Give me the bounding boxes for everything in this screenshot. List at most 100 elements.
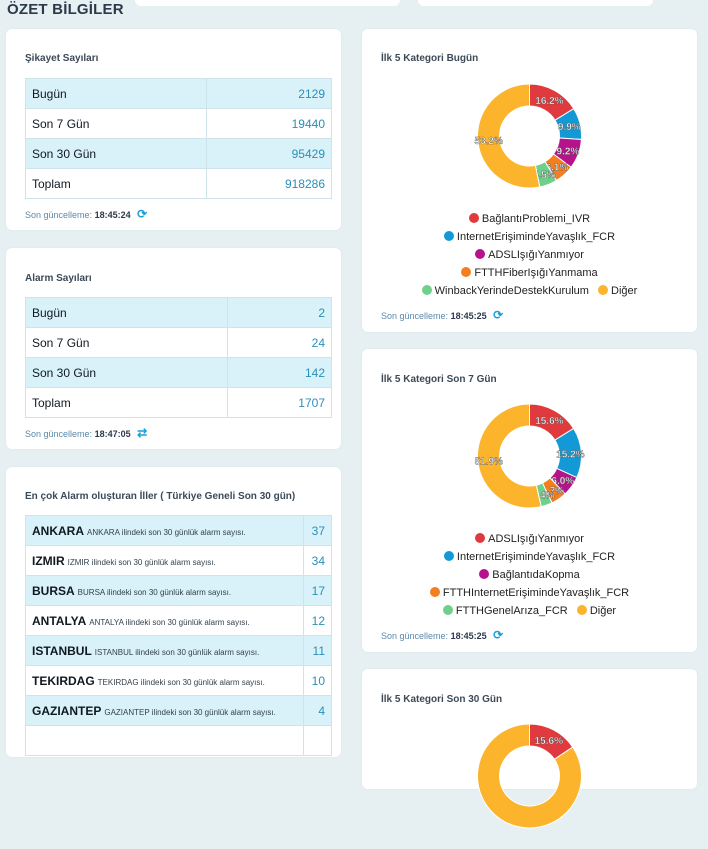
legend-label: Diğer (589, 605, 617, 617)
updated-time: 18:45:25 (450, 631, 487, 641)
legend-label: FTTHFiberIşığıYanmama (474, 267, 598, 279)
top-strip (135, 0, 400, 6)
legend-item[interactable]: InternetErişimindeYavaşlık_FCR (443, 551, 616, 563)
slice-label: 9.2% (557, 146, 580, 157)
table-row[interactable]: IZMIR IZMIR ilindeki son 30 günlük alarm … (25, 545, 333, 576)
provinces-table: ANKARA ANKARA ilindeki son 30 günlük alar… (25, 515, 333, 756)
last-updated: Son güncelleme: 18:45:25 ⟳ (381, 308, 503, 322)
table-row[interactable]: Son 7 Gün 24 (25, 327, 333, 358)
top-strip (418, 0, 653, 6)
legend-dot (442, 605, 453, 615)
province-desc: ISTANBUL ilindeki son 30 günlük alarm sa… (94, 647, 260, 657)
row-label: Toplam (25, 387, 228, 418)
table-row[interactable]: Bugün 2 (25, 297, 333, 328)
row-label: Bugün (25, 297, 228, 328)
province-desc: IZMIR ilindeki son 30 günlük alarm sayıs… (67, 557, 216, 567)
updated-prefix: Son güncelleme: (25, 429, 93, 439)
table-row[interactable]: Bugün 2129 (24, 78, 332, 109)
province-value: 4 (302, 695, 333, 726)
table-row[interactable]: GAZIANTEP GAZIANTEP ilindeki son 30 günlü… (25, 695, 333, 726)
category-30days-card: İlk 5 Kategori Son 30 Gün 15.6% (362, 669, 697, 829)
province-value: 11 (302, 635, 333, 666)
alarms-card: Alarm Sayıları Bugün 2 Son 7 Gün 24 Son 30… (6, 248, 341, 449)
legend-item[interactable]: Diğer (576, 605, 617, 617)
refresh-icon[interactable]: ⇄ (137, 426, 147, 440)
legend-item[interactable]: WinbackYerindeDestekKurulum (421, 285, 589, 297)
table-row[interactable]: Son 30 Gün 95429 (24, 138, 332, 169)
slice-label: 51.9% (475, 457, 503, 468)
table-row[interactable]: Toplam 1707 (25, 387, 333, 418)
chart-legend: BağlantıProblemi_IVR InternetErişimindeY… (362, 210, 697, 300)
legend-dot (421, 285, 432, 295)
province-name: ISTANBUL (32, 643, 92, 658)
chart-legend: ADSLIşığıYanmıyor InternetErişimindeYava… (362, 530, 697, 620)
card-title: İlk 5 Kategori Son 30 Gün (381, 694, 503, 705)
legend-label: BağlantıProblemi_IVR (481, 213, 591, 225)
row-value: 2 (226, 297, 333, 328)
province-desc: ANTALYA ilindeki son 30 günlük alarm say… (89, 617, 250, 627)
last-updated: Son güncelleme: 18:45:24 ⟳ (25, 207, 147, 221)
province-desc: BURSA ilindeki son 30 günlük alarm sayıs… (77, 587, 232, 597)
province-desc: TEKIRDAG ilindeki son 30 günlük alarm sa… (97, 677, 265, 687)
legend-item[interactable]: FTTHInternetErişimindeYavaşlık_FCR (429, 587, 630, 599)
legend-label: FTTHInternetErişimindeYavaşlık_FCR (442, 587, 630, 599)
table-row[interactable]: Son 7 Gün 19440 (24, 108, 332, 139)
legend-item[interactable]: ADSLIşığıYanmıyor (475, 249, 584, 261)
table-row[interactable]: BURSA BURSA ilindeki son 30 günlük alarm … (25, 575, 333, 606)
province-value: 34 (302, 545, 333, 576)
legend-dot (475, 249, 486, 259)
legend-item[interactable]: BağlantıProblemi_IVR (468, 213, 591, 225)
card-title: İlk 5 Kategori Son 7 Gün (381, 374, 497, 385)
legend-label: WinbackYerindeDestekKurulum (434, 285, 589, 297)
legend-item[interactable]: Diğer (598, 285, 637, 297)
row-value: 2129 (206, 78, 332, 109)
table-row[interactable]: ANKARA ANKARA ilindeki son 30 günlük alar… (25, 515, 333, 546)
province-name: BURSA (32, 583, 75, 598)
legend-item[interactable]: ADSLIşığıYanmıyor (475, 533, 584, 545)
donut-chart: 15.6%15.2%6.0%4.7%3.4%51.9% (474, 403, 585, 509)
legend-dot (443, 551, 454, 561)
card-title: Şikayet Sayıları (25, 53, 99, 64)
refresh-icon[interactable]: ⟳ (493, 628, 503, 642)
legend-item[interactable]: InternetErişimindeYavaşlık_FCR (443, 231, 616, 243)
row-label: Toplam (24, 168, 208, 199)
refresh-icon[interactable]: ⟳ (493, 308, 503, 322)
row-label: Son 7 Gün (25, 327, 228, 358)
category-7days-card: İlk 5 Kategori Son 7 Gün 15.6% 15.2% 6.0% 4… (362, 349, 697, 652)
donut-chart: 15.6% (477, 723, 582, 829)
card-title: En çok Alarm oluşturan İller ( Türkiye G… (25, 491, 296, 502)
refresh-icon[interactable]: ⟳ (137, 207, 147, 221)
legend-label: Diğer (611, 285, 638, 297)
legend-label: InternetErişimindeYavaşlık_FCR (456, 551, 616, 563)
complaints-table: Bugün 2129 Son 7 Gün 19440 Son 30 Gün 95429… (24, 78, 332, 199)
table-row[interactable]: TEKIRDAG TEKIRDAG ilindeki son 30 günlük … (25, 665, 333, 696)
table-row[interactable]: Toplam 918286 (24, 168, 332, 199)
table-row[interactable] (25, 725, 333, 756)
legend-label: ADSLIşığıYanmıyor (488, 533, 584, 545)
legend-item[interactable]: FTTHFiberIşığıYanmama (461, 267, 598, 279)
province-name: ANKARA (32, 523, 84, 538)
province-value: 17 (302, 575, 333, 606)
card-title: İlk 5 Kategori Bugün (381, 53, 479, 64)
province-name: ANTALYA (32, 613, 87, 628)
section-title: ÖZET BİLGİLER (7, 1, 124, 18)
row-label: Bugün (24, 78, 208, 109)
table-row[interactable]: ISTANBUL ISTANBUL ilindeki son 30 günlük … (25, 635, 333, 666)
slice-label: 16.2% (535, 96, 563, 107)
legend-item[interactable]: FTTHGenelArıza_FCR (442, 605, 568, 617)
provinces-card: En çok Alarm oluşturan İller ( Türkiye G… (6, 467, 341, 757)
updated-time: 18:47:05 (94, 429, 131, 439)
legend-item[interactable]: BağlantıdaKopma (479, 569, 580, 581)
province-value: 12 (302, 605, 333, 636)
province-value: 37 (302, 515, 333, 546)
legend-label: InternetErişimindeYavaşlık_FCR (456, 231, 616, 243)
table-row[interactable]: ANTALYA ANTALYA ilindeki son 30 günlük al… (25, 605, 333, 636)
table-row[interactable]: Son 30 Gün 142 (25, 357, 333, 388)
updated-time: 18:45:25 (450, 311, 487, 321)
complaints-card: Şikayet Sayıları Bugün 2129 Son 7 Gün 1944… (6, 29, 341, 230)
last-updated: Son güncelleme: 18:45:25 ⟳ (381, 628, 503, 642)
slice-label: 9.9% (558, 122, 581, 133)
province-value: 10 (302, 665, 333, 696)
updated-prefix: Son güncelleme: (381, 311, 449, 321)
province-name: TEKIRDAG (32, 673, 95, 688)
